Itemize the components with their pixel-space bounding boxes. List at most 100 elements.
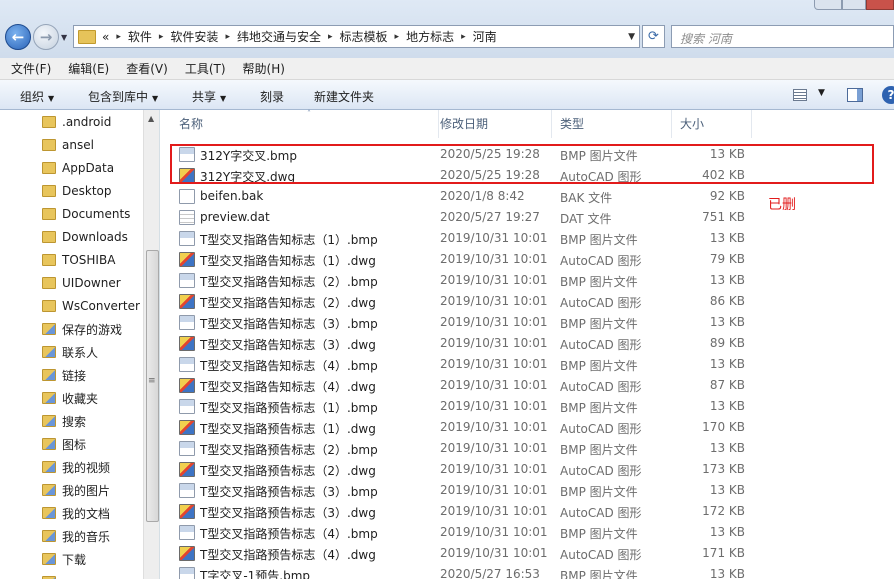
file-row[interactable]: T型交叉指路告知标志（2）.dwg 2019/10/31 10:01 AutoCAD…: [161, 291, 894, 312]
file-name: T型交叉指路告知标志（4）.dwg: [200, 380, 376, 394]
nav-item[interactable]: 图标: [42, 433, 86, 455]
file-row[interactable]: T型交叉指路告知标志（1）.bmp 2019/10/31 10:01 BMP 图片文…: [161, 228, 894, 249]
breadcrumb-separator-icon[interactable]: ▸: [461, 32, 466, 42]
nav-item[interactable]: WsConverter: [42, 295, 140, 317]
menu-item[interactable]: 编辑(E): [62, 60, 115, 77]
breadcrumb-separator-icon[interactable]: ▸: [159, 32, 164, 42]
file-row[interactable]: T型交叉指路告知标志（3）.dwg 2019/10/31 10:01 AutoCAD…: [161, 333, 894, 354]
file-row[interactable]: T字交叉-1预告.bmp 2020/5/27 16:53 BMP 图片文件 13 KB: [161, 564, 894, 579]
breadcrumb-item[interactable]: 软件: [128, 28, 152, 45]
nav-item-label: 我的图片: [62, 483, 111, 498]
file-row[interactable]: T型交叉指路告知标志（2）.bmp 2019/10/31 10:01 BMP 图片文…: [161, 270, 894, 291]
file-date: 2019/10/31 10:01: [440, 315, 548, 329]
file-date: 2019/10/31 10:01: [440, 273, 548, 287]
help-icon[interactable]: ?: [882, 86, 894, 104]
menu-item[interactable]: 工具(T): [179, 60, 232, 77]
nav-item[interactable]: TOSHIBA: [42, 249, 115, 271]
dwg-file-icon: [179, 504, 195, 519]
breadcrumb-item[interactable]: 河南: [473, 28, 497, 45]
column-header-name[interactable]: ˄ 名称: [171, 109, 439, 138]
nav-item[interactable]: 我的图片: [42, 479, 110, 501]
file-name: T型交叉指路预告标志（2）.dwg: [200, 464, 376, 478]
share-button[interactable]: 共享 ▼: [192, 88, 226, 105]
nav-item[interactable]: Downloads: [42, 226, 128, 248]
nav-item[interactable]: 我的文档: [42, 502, 110, 524]
column-header-date[interactable]: 修改日期: [432, 110, 552, 138]
file-row[interactable]: T型交叉指路预告标志（1）.dwg 2019/10/31 10:01 AutoCAD…: [161, 417, 894, 438]
nav-item[interactable]: Documents: [42, 203, 130, 225]
nav-item[interactable]: 联系人: [42, 341, 98, 363]
nav-item[interactable]: 保存的游戏: [42, 318, 122, 340]
menu-item[interactable]: 帮助(H): [237, 60, 291, 77]
file-size: 13 KB: [709, 525, 745, 539]
nav-item[interactable]: Desktop: [42, 180, 112, 202]
breadcrumb-item[interactable]: 软件安装: [170, 28, 218, 45]
breadcrumb-separator-icon[interactable]: ▸: [395, 32, 400, 42]
nav-item-label: Desktop: [62, 184, 112, 198]
file-row[interactable]: T型交叉指路预告标志（4）.bmp 2019/10/31 10:01 BMP 图片文…: [161, 522, 894, 543]
nav-scrollbar[interactable]: ▲ ≡: [143, 110, 159, 579]
breadcrumb-item[interactable]: 纬地交通与安全: [237, 28, 321, 45]
file-row[interactable]: T型交叉指路预告标志（3）.dwg 2019/10/31 10:01 AutoCAD…: [161, 501, 894, 522]
menu-item[interactable]: 查看(V): [120, 60, 174, 77]
close-button[interactable]: [866, 0, 894, 10]
column-header-type[interactable]: 类型: [552, 110, 672, 138]
file-row[interactable]: T型交叉指路告知标志（3）.bmp 2019/10/31 10:01 BMP 图片文…: [161, 312, 894, 333]
organize-button[interactable]: 组织 ▼: [20, 88, 54, 105]
nav-item[interactable]: 收藏夹: [42, 387, 98, 409]
chevron-down-icon[interactable]: ▼: [818, 88, 825, 98]
bmp-file-icon: [179, 231, 195, 246]
maximize-button[interactable]: [842, 0, 866, 10]
file-type: AutoCAD 图形: [560, 338, 642, 352]
burn-button[interactable]: 刻录: [260, 88, 284, 105]
breadcrumb-separator-icon[interactable]: ▸: [116, 32, 121, 42]
bmp-file-icon: [179, 441, 195, 456]
breadcrumb-separator-icon[interactable]: ▸: [328, 32, 333, 42]
nav-item[interactable]: 我的音乐: [42, 525, 110, 547]
new-folder-button[interactable]: 新建文件夹: [314, 88, 374, 105]
nav-item-label: AppData: [62, 161, 115, 175]
file-row[interactable]: T型交叉指路预告标志（1）.bmp 2019/10/31 10:01 BMP 图片文…: [161, 396, 894, 417]
nav-item[interactable]: UIDowner: [42, 272, 121, 294]
nav-item[interactable]: 搜索: [42, 410, 86, 432]
back-button[interactable]: ←: [5, 24, 31, 50]
nav-item-label: .android: [62, 115, 112, 129]
chevron-down-icon[interactable]: ▼: [628, 32, 635, 42]
file-row[interactable]: T型交叉指路预告标志（2）.dwg 2019/10/31 10:01 AutoCAD…: [161, 459, 894, 480]
nav-item[interactable]: 下载: [42, 548, 86, 570]
recent-pages-dropdown[interactable]: ▼: [61, 33, 67, 42]
file-size: 13 KB: [709, 357, 745, 371]
nav-item[interactable]: 我的视频: [42, 456, 110, 478]
breadcrumb-item[interactable]: 地方标志: [406, 28, 454, 45]
address-bar[interactable]: « ▸ 软件 ▸ 软件安装 ▸ 纬地交通与安全 ▸ 标志模板 ▸ 地方标志 ▸ 河南 ▼: [73, 25, 640, 48]
breadcrumb-separator-icon[interactable]: ▸: [225, 32, 230, 42]
navigation-pane: … 下载 我的音乐 我的文档 我的图片 我的视频 图标 搜索 收藏夹 链接 联系人 保存的游戏 WsCo…: [0, 110, 160, 579]
file-row[interactable]: T型交叉指路预告标志（2）.bmp 2019/10/31 10:01 BMP 图片文…: [161, 438, 894, 459]
file-row[interactable]: T型交叉指路告知标志（4）.bmp 2019/10/31 10:01 BMP 图片文…: [161, 354, 894, 375]
file-type: AutoCAD 图形: [560, 422, 642, 436]
breadcrumb-item[interactable]: 标志模板: [340, 28, 388, 45]
refresh-button[interactable]: ⟳: [642, 25, 665, 48]
preview-pane-icon[interactable]: [847, 88, 863, 102]
nav-item[interactable]: ansel: [42, 134, 94, 156]
column-header-size[interactable]: 大小: [672, 110, 752, 138]
scroll-up-icon[interactable]: ▲: [148, 114, 154, 123]
forward-button[interactable]: →: [33, 24, 59, 50]
nav-item[interactable]: 链接: [42, 364, 86, 386]
dwg-file-icon: [179, 336, 195, 351]
chevron-down-icon: ▼: [220, 94, 227, 103]
file-row[interactable]: T型交叉指路预告标志（3）.bmp 2019/10/31 10:01 BMP 图片文…: [161, 480, 894, 501]
scrollbar-thumb[interactable]: [146, 250, 159, 522]
file-row[interactable]: T型交叉指路告知标志（4）.dwg 2019/10/31 10:01 AutoCAD…: [161, 375, 894, 396]
nav-item[interactable]: …: [42, 571, 74, 579]
minimize-button[interactable]: [814, 0, 842, 10]
search-input[interactable]: 搜索 河南: [671, 25, 894, 48]
file-row[interactable]: T型交叉指路预告标志（4）.dwg 2019/10/31 10:01 AutoCAD…: [161, 543, 894, 564]
nav-item[interactable]: AppData: [42, 157, 114, 179]
file-row[interactable]: T型交叉指路告知标志（1）.dwg 2019/10/31 10:01 AutoCAD…: [161, 249, 894, 270]
menu-item[interactable]: 文件(F): [5, 60, 57, 77]
breadcrumb-overflow[interactable]: «: [102, 30, 109, 44]
include-in-library-button[interactable]: 包含到库中 ▼: [88, 88, 158, 105]
nav-item[interactable]: .android: [42, 111, 111, 133]
view-options-icon[interactable]: [793, 89, 807, 101]
